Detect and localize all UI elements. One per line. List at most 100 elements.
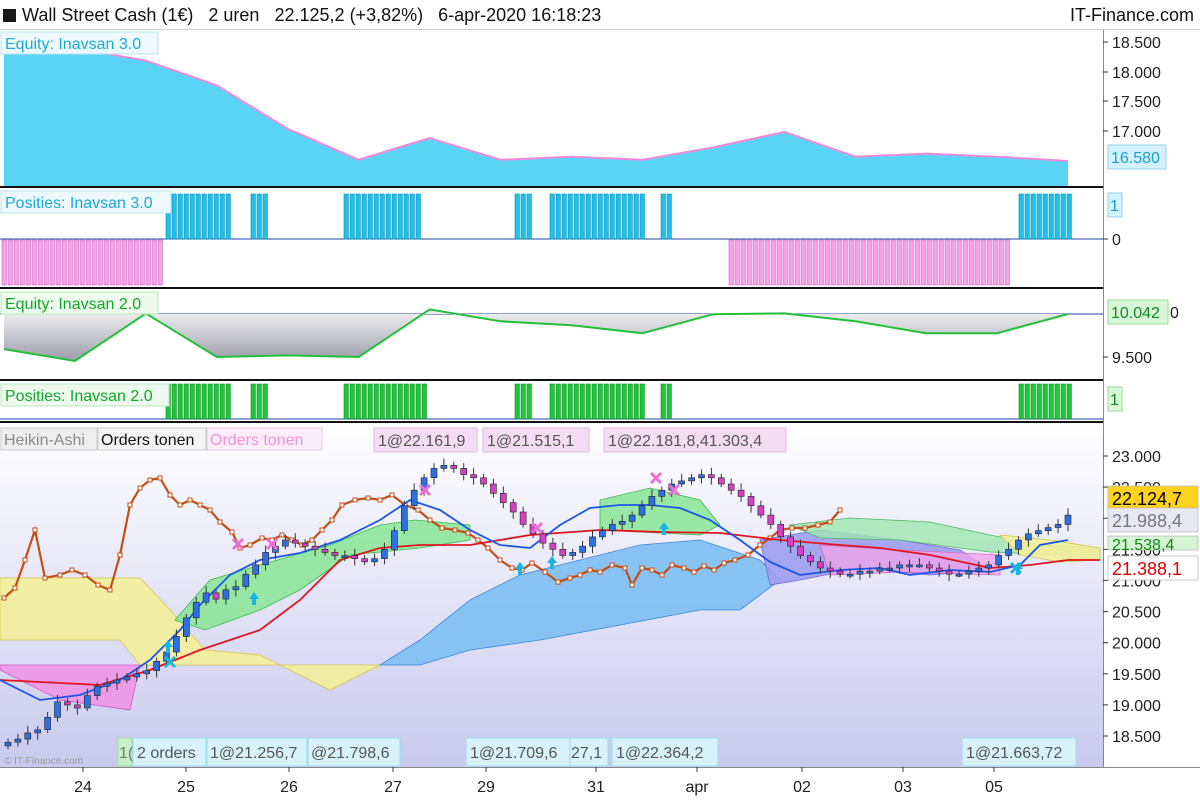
candle-body — [876, 567, 884, 572]
pos3-short-bar — [842, 239, 848, 286]
candle-body — [757, 505, 765, 516]
lagging-marker — [542, 569, 548, 575]
lagging-marker — [95, 582, 101, 588]
pos3-long-bar — [1036, 193, 1042, 240]
candle-body — [569, 552, 577, 556]
pos3-long-bar — [579, 193, 585, 240]
candle-body — [381, 548, 388, 559]
candle-body — [153, 660, 160, 671]
equity3-title: Equity: Inavsan 3.0 — [5, 36, 141, 53]
candle-body — [906, 564, 913, 568]
lagging-marker — [365, 495, 371, 501]
candle-body — [391, 530, 398, 550]
candle-body — [490, 483, 497, 494]
pos3-long-bar — [177, 193, 183, 240]
pos3-long-bar — [1066, 193, 1072, 240]
pos2-long-bar — [367, 383, 373, 420]
lagging-marker — [587, 567, 593, 573]
pos2-long-bar — [1060, 383, 1066, 420]
order-label-top-text: 1@21.515,1 — [487, 433, 575, 450]
pos3-short-bar — [884, 239, 890, 286]
pos3-short-bar — [800, 239, 806, 286]
date-axis-border — [0, 767, 1200, 768]
candle-body — [767, 514, 775, 525]
pos2-long-bar — [409, 383, 415, 420]
equity2-panel — [0, 290, 1103, 379]
lagging-marker — [107, 587, 113, 593]
price-tag-label: 22.124,7 — [1112, 489, 1182, 509]
lagging-marker — [802, 525, 808, 531]
lagging-marker — [597, 569, 603, 575]
pos3-short-bar — [61, 239, 67, 286]
candle-body — [509, 502, 517, 513]
pos3-short-bar — [878, 239, 884, 286]
candle-body — [252, 564, 259, 575]
candle-body — [1035, 530, 1042, 535]
pos3-short-bar — [962, 239, 968, 286]
lagging-marker — [167, 492, 173, 498]
pos3-short-bar — [980, 239, 986, 286]
pos3-short-bar — [728, 239, 734, 286]
timestamp: 6-apr-2020 16:18:23 — [438, 5, 602, 25]
pos3-long-bar — [171, 193, 177, 240]
pos2-long-bar — [213, 383, 219, 420]
order-label-bottom-text: 2 orders — [137, 745, 196, 762]
lagging-marker — [669, 562, 675, 568]
candle-body — [331, 552, 339, 556]
pos2-long-bar — [343, 383, 349, 420]
pos3-short-bar — [103, 239, 109, 286]
candle-body — [400, 505, 408, 531]
pos2-long-bar — [627, 383, 633, 420]
pos2-long-bar — [520, 383, 526, 420]
candle-body — [84, 695, 91, 709]
pos2-long-bar — [1030, 383, 1036, 420]
brand-label[interactable]: IT-Finance.com — [1070, 5, 1194, 26]
pos3-long-bar — [1054, 193, 1060, 240]
pos2-long-bar — [256, 383, 262, 420]
pos3-short-bar — [992, 239, 998, 286]
candle-body — [440, 464, 448, 469]
lagging-marker — [217, 519, 223, 525]
pos3-short-bar — [968, 239, 974, 286]
lagging-marker — [465, 530, 471, 536]
pos3-short-bar — [31, 239, 37, 286]
pos2-long-bar — [225, 383, 231, 420]
candle-body — [14, 738, 22, 743]
order-label-top-text: 1@22.161,9 — [378, 433, 466, 450]
order-label-bottom-text: 1@21.663,72 — [966, 745, 1062, 762]
lagging-marker — [319, 527, 325, 533]
pos3-long-bar — [633, 193, 639, 240]
candle-body — [618, 520, 626, 525]
lagging-marker — [82, 572, 88, 578]
lagging-marker — [57, 572, 63, 578]
lagging-marker — [147, 477, 153, 483]
candle-body — [123, 676, 131, 681]
chart-header: Wall Street Cash (1€) 2 uren 22.125,2 (+… — [0, 0, 1200, 30]
pos3-short-bar — [866, 239, 872, 286]
pos3-short-bar — [55, 239, 61, 286]
pos2-long-bar — [183, 383, 189, 420]
pos2-long-bar — [385, 383, 391, 420]
lagging-marker — [157, 475, 163, 481]
candle-body — [797, 545, 804, 556]
pos2-long-bar — [1042, 383, 1048, 420]
candle-body — [1005, 548, 1012, 556]
pos3-short-bar — [752, 239, 758, 286]
lagging-marker — [177, 502, 183, 508]
pos2-long-bar — [201, 383, 207, 420]
chart-canvas[interactable]: Equity: Inavsan 3.0 Posities: Inavsan 3.… — [0, 30, 1200, 800]
lagging-marker — [567, 575, 573, 581]
candle-body — [925, 564, 933, 569]
lagging-marker — [485, 545, 491, 551]
pos3-short-bar — [127, 239, 133, 286]
date-label: 05 — [985, 779, 1003, 796]
header-title: Wall Street Cash (1€) 2 uren 22.125,2 (+… — [22, 5, 601, 26]
candle-body — [648, 496, 656, 506]
date-label: 25 — [177, 779, 195, 796]
lagging-marker — [827, 519, 833, 525]
timeframe[interactable]: 2 uren — [208, 5, 259, 25]
candle-body — [549, 542, 557, 550]
pos3-short-bar — [73, 239, 79, 286]
pos2-long-bar — [373, 383, 379, 420]
date-label: 03 — [894, 779, 912, 796]
